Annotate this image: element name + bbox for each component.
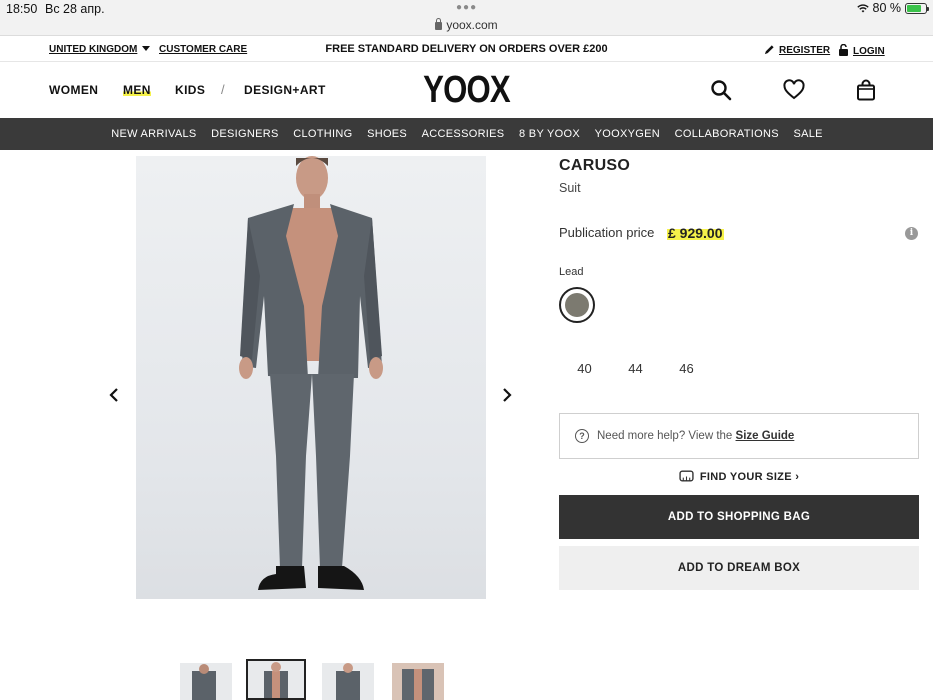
question-icon: ? bbox=[575, 429, 589, 443]
swatch-fill bbox=[565, 293, 589, 317]
status-date: Вс 28 апр. bbox=[45, 2, 105, 16]
product-brand[interactable]: CARUSO bbox=[559, 157, 630, 175]
category-bar: NEW ARRIVALS DESIGNERS CLOTHING SHOES AC… bbox=[0, 118, 933, 150]
size-option-44[interactable]: 44 bbox=[610, 361, 661, 376]
find-your-size-label: FIND YOUR SIZE bbox=[699, 471, 792, 483]
category-designers[interactable]: DESIGNERS bbox=[204, 128, 286, 140]
thumbnail-3[interactable] bbox=[322, 663, 374, 700]
unlock-icon bbox=[839, 44, 848, 56]
thumbnail-4[interactable] bbox=[392, 663, 444, 700]
lock-icon bbox=[435, 18, 443, 30]
search-icon[interactable] bbox=[710, 79, 732, 101]
status-right: 80 % bbox=[856, 1, 929, 15]
chevron-right-icon: › bbox=[795, 471, 800, 483]
thumbnail-2-selected[interactable] bbox=[246, 659, 306, 700]
color-name: Lead bbox=[559, 266, 584, 278]
size-selector: 40 44 46 bbox=[559, 361, 712, 376]
next-image-arrow-icon[interactable] bbox=[500, 388, 514, 402]
category-8-by-yoox[interactable]: 8 BY YOOX bbox=[512, 128, 588, 140]
publication-price-label: Publication price bbox=[559, 225, 655, 240]
product-type: Suit bbox=[559, 181, 581, 195]
url-text: yoox.com bbox=[446, 18, 498, 32]
status-time: 18:50 bbox=[6, 2, 38, 16]
category-accessories[interactable]: ACCESSORIES bbox=[414, 128, 511, 140]
category-yooxygen[interactable]: YOOXYGEN bbox=[587, 128, 667, 140]
main-header: WOMEN MEN KIDS / DESIGN+ART YOOX bbox=[0, 63, 933, 118]
find-your-size-link[interactable]: FIND YOUR SIZE › bbox=[559, 470, 919, 483]
address-bar[interactable]: yoox.com bbox=[0, 18, 933, 32]
model-suit-illustration bbox=[239, 156, 383, 590]
measuring-tape-icon bbox=[679, 470, 694, 482]
category-sale[interactable]: SALE bbox=[786, 128, 830, 140]
category-clothing[interactable]: CLOTHING bbox=[286, 128, 360, 140]
help-text-label: Need more help? View the bbox=[597, 430, 733, 442]
login-link[interactable]: LOGIN bbox=[838, 44, 885, 57]
pencil-icon bbox=[764, 45, 774, 55]
size-option-46[interactable]: 46 bbox=[661, 361, 712, 376]
shopping-bag-icon[interactable] bbox=[855, 79, 877, 101]
browser-status-bar: 18:50 Вс 28 апр. ●●● yoox.com 80 % bbox=[0, 0, 933, 36]
category-collaborations[interactable]: COLLABORATIONS bbox=[667, 128, 786, 140]
register-link[interactable]: REGISTER bbox=[764, 44, 830, 56]
heart-icon[interactable] bbox=[783, 79, 805, 101]
category-shoes[interactable]: SHOES bbox=[360, 128, 415, 140]
size-option-40[interactable]: 40 bbox=[559, 361, 610, 376]
login-label: LOGIN bbox=[853, 46, 885, 57]
battery-percent: 80 % bbox=[872, 1, 902, 15]
thumbnail-1[interactable] bbox=[180, 663, 232, 700]
battery-icon bbox=[905, 2, 929, 14]
color-swatch-lead[interactable] bbox=[559, 287, 595, 323]
register-label: REGISTER bbox=[779, 45, 831, 56]
product-image[interactable] bbox=[136, 156, 486, 599]
size-help-box: ? Need more help? View the Size Guide bbox=[559, 413, 919, 459]
add-to-shopping-bag-button[interactable]: ADD TO SHOPPING BAG bbox=[559, 495, 919, 539]
add-to-dream-box-button[interactable]: ADD TO DREAM BOX bbox=[559, 546, 919, 590]
wifi-icon bbox=[856, 4, 869, 13]
yoox-logo[interactable]: YOOX bbox=[84, 69, 849, 112]
tab-menu-dots-icon[interactable]: ●●● bbox=[456, 2, 477, 13]
size-guide-link[interactable]: Size Guide bbox=[736, 430, 795, 442]
product-price: £ 929.00 bbox=[667, 225, 724, 241]
category-new-arrivals[interactable]: NEW ARRIVALS bbox=[104, 128, 204, 140]
previous-image-arrow-icon[interactable] bbox=[107, 388, 121, 402]
utility-bar: UNITED KINGDOM CUSTOMER CARE FREE STANDA… bbox=[0, 37, 933, 62]
info-icon[interactable]: i bbox=[905, 227, 918, 240]
size-help-text: Need more help? View the Size Guide bbox=[597, 430, 794, 442]
